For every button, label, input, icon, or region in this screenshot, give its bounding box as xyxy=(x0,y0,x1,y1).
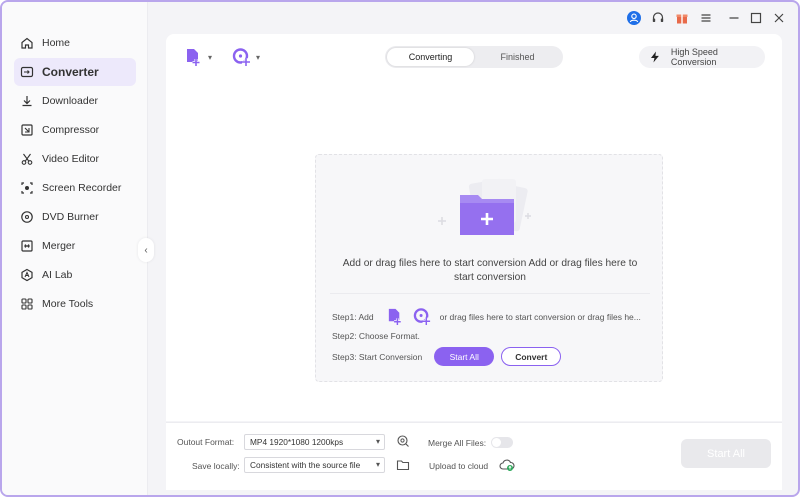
sidebar-item-more-tools[interactable]: More Tools xyxy=(14,290,136,318)
divider xyxy=(330,293,650,294)
sidebar-item-screen-recorder[interactable]: Screen Recorder xyxy=(14,174,136,202)
minimize-icon[interactable] xyxy=(726,10,742,26)
sidebar-item-label: More Tools xyxy=(42,298,94,310)
app-window: Home Converter Downloader Compressor Vid… xyxy=(0,0,800,497)
sidebar-item-compressor[interactable]: Compressor xyxy=(14,116,136,144)
tab-finished[interactable]: Finished xyxy=(474,48,561,66)
lightning-icon xyxy=(650,51,659,63)
chevron-left-icon: ‹ xyxy=(144,244,148,256)
merge-icon xyxy=(20,239,34,253)
chevron-down-icon: ▾ xyxy=(375,437,380,446)
high-speed-conversion-button[interactable]: High Speed Conversion xyxy=(639,46,765,68)
add-disc-button[interactable]: ▾ xyxy=(232,47,260,67)
bottom-bar: Outout Format: MP4 1920*1080 1200kps ▾ S… xyxy=(166,422,782,490)
sidebar-item-converter[interactable]: Converter xyxy=(14,58,136,86)
record-icon xyxy=(20,181,34,195)
sidebar-item-label: Downloader xyxy=(42,95,99,107)
add-file-button[interactable]: ▾ xyxy=(184,47,212,67)
ai-icon xyxy=(20,268,34,282)
cloud-upload-icon[interactable] xyxy=(499,458,515,472)
start-all-main-button[interactable]: Start All xyxy=(681,439,771,468)
sidebar-collapse-button[interactable]: ‹ xyxy=(138,238,154,262)
step-3-label: Step3: Start Conversion xyxy=(332,351,423,362)
sidebar-item-label: Merger xyxy=(42,240,76,252)
sidebar-item-label: DVD Burner xyxy=(42,211,99,223)
sidebar-nav: Home Converter Downloader Compressor Vid… xyxy=(14,29,136,319)
sidebar-item-home[interactable]: Home xyxy=(14,29,136,57)
gift-icon[interactable] xyxy=(674,10,690,26)
merge-all-files-toggle[interactable] xyxy=(491,437,513,448)
sidebar-item-label: Video Editor xyxy=(42,153,100,165)
sidebar-item-video-editor[interactable]: Video Editor xyxy=(14,145,136,173)
sidebar-item-dvd-burner[interactable]: DVD Burner xyxy=(14,203,136,231)
sidebar-item-label: Home xyxy=(42,37,71,49)
converter-icon xyxy=(20,65,34,79)
sidebar-item-label: Converter xyxy=(42,65,99,79)
save-location-value: Consistent with the source file xyxy=(250,460,361,470)
output-format-label: Outout Format: xyxy=(177,437,235,447)
merge-all-files-label: Merge All Files: xyxy=(428,438,487,448)
step-2-label: Step2: Choose Format. xyxy=(332,331,420,341)
menu-icon[interactable] xyxy=(698,10,714,26)
convert-button[interactable]: Convert xyxy=(501,347,562,366)
output-format-select[interactable]: MP4 1920*1080 1200kps ▾ xyxy=(244,434,385,450)
start-all-button[interactable]: Start All xyxy=(434,347,495,366)
upload-to-cloud-label: Upload to cloud xyxy=(429,461,489,471)
step-1-label: Step1: Add xyxy=(332,311,374,322)
step-1-hint: or drag files here to start conversion o… xyxy=(439,311,641,322)
chevron-down-icon: ▾ xyxy=(256,52,261,62)
tab-converting[interactable]: Converting xyxy=(387,48,474,66)
sidebar-item-merger[interactable]: Merger xyxy=(14,232,136,260)
save-location-select[interactable]: Consistent with the source file ▾ xyxy=(244,457,385,473)
scissors-icon xyxy=(20,152,34,166)
chevron-down-icon: ▾ xyxy=(208,52,213,62)
sidebar-item-label: Compressor xyxy=(42,124,100,136)
drop-zone-text: Add or drag files here to start conversi… xyxy=(342,258,638,283)
chevron-down-icon: ▾ xyxy=(375,460,380,469)
grid-icon xyxy=(20,297,34,311)
save-locally-label: Save locally: xyxy=(192,461,240,471)
folder-icon[interactable] xyxy=(396,458,410,472)
maximize-icon[interactable] xyxy=(748,10,764,26)
sidebar-item-label: Screen Recorder xyxy=(42,182,122,194)
converter-panel: ▾ ▾ Converting Finished High Speed Conve… xyxy=(166,34,782,421)
close-icon[interactable] xyxy=(771,10,787,26)
sidebar-item-downloader[interactable]: Downloader xyxy=(14,87,136,115)
status-tabs: Converting Finished xyxy=(385,46,563,68)
add-disc-icon[interactable] xyxy=(413,307,432,326)
folder-add-icon xyxy=(438,178,531,235)
headset-icon[interactable] xyxy=(650,10,666,26)
format-settings-icon[interactable] xyxy=(396,434,410,448)
sidebar-item-label: AI Lab xyxy=(42,269,73,281)
disc-icon xyxy=(20,210,34,224)
compress-icon xyxy=(20,123,34,137)
add-file-icon xyxy=(187,49,200,66)
download-icon xyxy=(20,94,34,108)
sidebar-item-ai-lab[interactable]: AI Lab xyxy=(14,261,136,289)
add-file-icon[interactable] xyxy=(386,307,405,326)
user-avatar-icon[interactable] xyxy=(626,10,642,26)
step-1: Step1: Add or drag files here to start c… xyxy=(332,307,641,326)
add-disc-icon xyxy=(232,48,250,66)
step-3: Step3: Start Conversion Start All Conver… xyxy=(332,347,562,366)
sidebar: Home Converter Downloader Compressor Vid… xyxy=(2,2,148,495)
home-icon xyxy=(20,36,34,50)
output-format-value: MP4 1920*1080 1200kps xyxy=(250,437,344,447)
drop-zone[interactable]: Add or drag files here to start conversi… xyxy=(315,154,663,382)
title-bar xyxy=(148,2,798,34)
high-speed-label: High Speed Conversion xyxy=(670,47,718,67)
